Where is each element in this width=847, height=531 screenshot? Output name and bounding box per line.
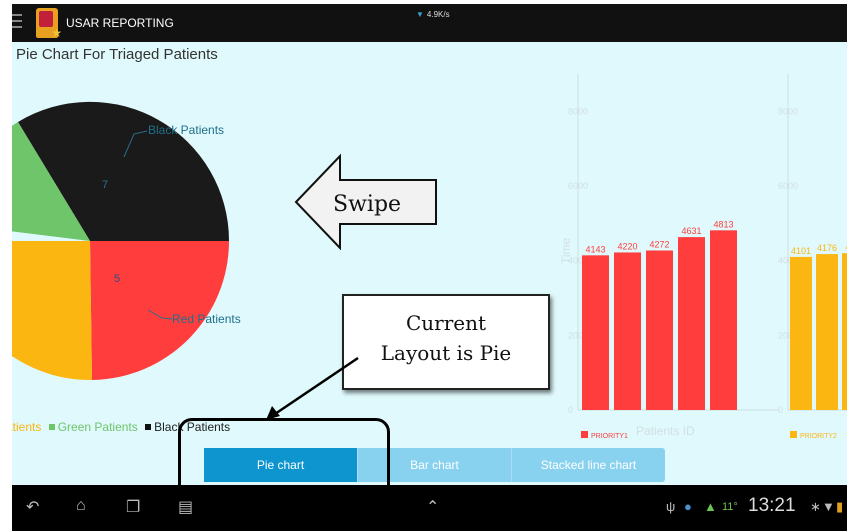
bluetooth-icon: ∗ (810, 499, 821, 514)
bar-value-label: 4101 (791, 246, 811, 256)
bar-value-label: 4176 (817, 243, 837, 253)
battery-icon: ▮ (836, 499, 844, 514)
network-speed-text: 4.9K/s (426, 10, 450, 19)
wifi-signal-icon: ▼ (822, 499, 835, 514)
bar (582, 255, 609, 410)
clock: 13:21 (748, 495, 796, 516)
callout-pointer-arrow (266, 356, 359, 420)
app-title: USAR REPORTING (66, 16, 174, 30)
callout-label-black: Black Patients (148, 123, 224, 137)
menu-icon[interactable] (12, 14, 24, 32)
app-logo-icon (36, 8, 62, 40)
slice-value-red: 5 (114, 273, 120, 285)
callout-label-red: Red Patients (172, 312, 241, 326)
y-tick-label: 6000 (778, 181, 798, 191)
bar (678, 237, 705, 410)
android-icon: ▲ (704, 499, 717, 514)
legend-label: PRIORITY1 (591, 433, 628, 440)
temperature-readout: 11° (722, 501, 738, 513)
bar-value-label: 4813 (713, 219, 733, 229)
system-navigation-bar: ↶ ⌂ ❐ ▤ ⌃ ψ ● ▲ 11° 13:21 ∗ ▼ ▮ (12, 485, 847, 531)
pie-slice-yellow[interactable] (12, 241, 92, 381)
back-icon[interactable]: ↶ (26, 497, 39, 517)
legend-swatch-green (48, 424, 55, 430)
bar-chart-priority2[interactable]: 0200040006000800041014176420PRIORITY2 (766, 74, 847, 444)
y-tick-label: 0 (568, 405, 573, 415)
bar-value-label: 4220 (617, 241, 637, 251)
tablet-screen: USAR REPORTING ▼4.9K/s Pie Chart For Tri… (12, 4, 847, 531)
action-bar: USAR REPORTING ▼4.9K/s (12, 4, 847, 42)
bar (842, 253, 847, 410)
home-icon[interactable]: ⌂ (76, 497, 86, 515)
y-tick-label: 8000 (568, 106, 588, 116)
bar (710, 230, 737, 410)
screenshot-icon[interactable]: ▤ (178, 497, 193, 517)
y-axis-title: Time (559, 237, 573, 264)
current-layout-line1: Current (405, 311, 487, 335)
pie-slice-red[interactable] (90, 241, 229, 380)
x-axis-title: Patients ID (636, 424, 695, 438)
bar (790, 256, 812, 410)
wifi-icon: ▼ (416, 10, 424, 19)
bar-value-label: 4143 (585, 244, 605, 254)
current-layout-line2: Layout is Pie (380, 341, 512, 365)
current-layout-callout: Current Layout is Pie (342, 294, 550, 390)
slice-value-black: 7 (102, 179, 108, 191)
y-tick-label: 8000 (778, 106, 798, 116)
bar (614, 252, 641, 410)
usb-icon: ψ (666, 499, 676, 514)
bar-value-label: 4272 (649, 240, 669, 250)
bar (816, 254, 838, 410)
bar (646, 250, 673, 410)
tab-stacked-line-chart[interactable]: Stacked line chart (512, 448, 665, 482)
legend-swatch (790, 431, 797, 438)
legend-swatch-black (145, 424, 152, 430)
page-title: Pie Chart For Triaged Patients (16, 46, 218, 63)
y-tick-label: 6000 (568, 181, 588, 191)
bar-value-label: 4631 (681, 226, 701, 236)
legend-swatch (581, 431, 588, 438)
legend-item-green: Green Patients (57, 420, 138, 434)
legend-item-yellow: atients (12, 420, 42, 434)
swipe-label: Swipe (333, 192, 402, 217)
legend-label: PRIORITY2 (800, 433, 837, 440)
recent-apps-icon[interactable]: ❐ (126, 497, 140, 517)
chevron-up-icon[interactable]: ⌃ (426, 497, 439, 517)
y-tick-label: 0 (778, 405, 783, 415)
notification-icon: ● (684, 499, 692, 514)
network-speed-indicator: ▼ 4.9K/s (416, 10, 450, 19)
bar-chart-priority1[interactable]: 02000400060008000TimePatients ID4143 4220… (548, 74, 780, 444)
